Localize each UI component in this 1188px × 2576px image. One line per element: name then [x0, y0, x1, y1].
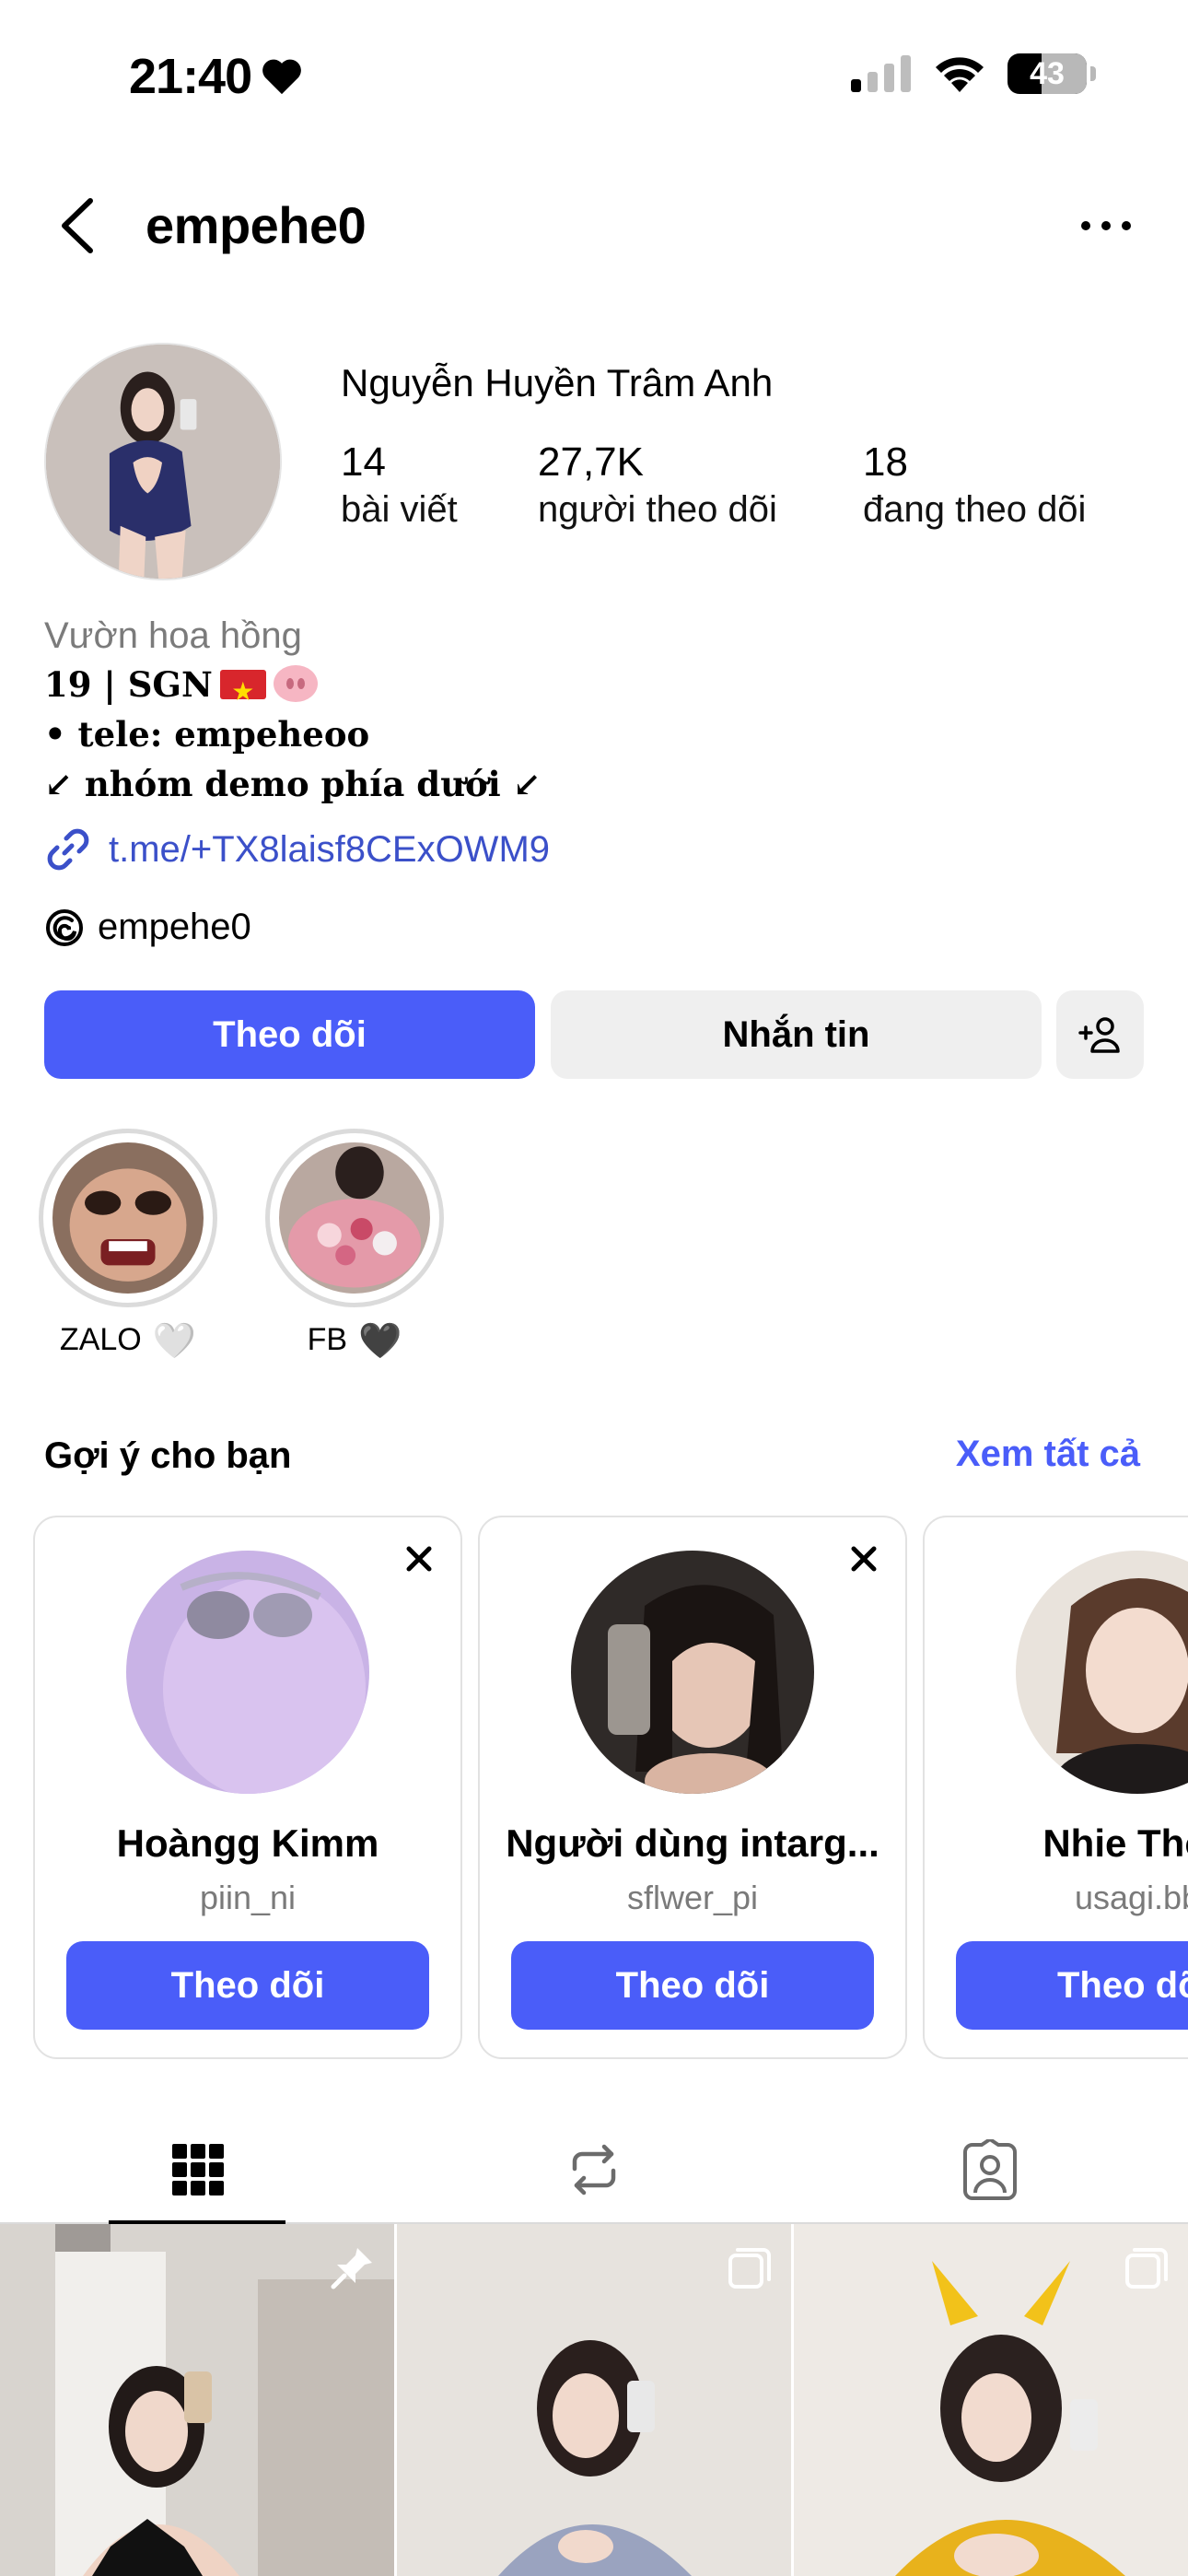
link-icon — [47, 828, 89, 871]
bio-line-1: 19 | SGN — [44, 660, 1149, 717]
suggestion-avatar[interactable] — [126, 1551, 369, 1794]
suggestion-name: Người dùng intarg... — [506, 1821, 879, 1865]
black-heart-icon: 🖤 — [358, 1319, 402, 1361]
add-person-icon — [1077, 1017, 1120, 1053]
highlight-cover — [52, 1142, 204, 1294]
suggestion-username: sflwer_pi — [626, 1879, 759, 1916]
suggestion-follow-button[interactable]: Theo dõi — [511, 1941, 874, 2030]
profile-tabs — [0, 2115, 1188, 2224]
post-thumbnail[interactable] — [397, 2224, 791, 2576]
suggestion-username: usagi.bb — [1074, 1879, 1188, 1916]
suggestion-avatar[interactable] — [1016, 1551, 1188, 1794]
suggestion-name: Nhie Thỏ ( — [1042, 1821, 1188, 1865]
highlight-zalo[interactable]: ZALO 🤍 — [39, 1129, 217, 1358]
stat-posts[interactable]: 14 bài viết — [341, 439, 458, 533]
grid-icon — [172, 2144, 224, 2195]
following-label: đang theo dõi — [863, 489, 1087, 530]
status-bar: 21:40 43 — [0, 0, 1188, 157]
tab-tagged[interactable] — [792, 2115, 1188, 2224]
threads-handle: empehe0 — [98, 907, 251, 947]
following-count: 18 — [863, 439, 908, 485]
vietnam-flag-icon — [219, 667, 266, 717]
bio-link-text: t.me/+TX8laisf8CExOWM9 — [109, 828, 551, 870]
back-arrow-icon[interactable] — [52, 195, 107, 256]
suggestion-avatar[interactable] — [571, 1551, 814, 1794]
suggestion-username: piin_ni — [199, 1879, 297, 1916]
carousel-icon — [728, 2248, 771, 2289]
highlight-fb[interactable]: FB 🖤 — [265, 1129, 444, 1358]
close-icon[interactable] — [400, 1540, 438, 1578]
bio-link[interactable]: t.me/+TX8laisf8CExOWM9 — [44, 825, 550, 873]
suggestion-card[interactable]: Người dùng intarg... sflwer_pi Theo dõi — [478, 1516, 907, 2059]
suggest-people-button[interactable] — [1056, 990, 1144, 1079]
battery-percent: 43 — [1030, 55, 1065, 91]
heart-icon — [262, 59, 301, 95]
highlight-label: ZALO — [59, 1322, 142, 1357]
message-button[interactable]: Nhắn tin — [551, 990, 1042, 1079]
clock: 21:40 — [129, 49, 252, 104]
profile-avatar[interactable] — [44, 343, 282, 580]
profile-header: empehe0 — [0, 175, 1188, 276]
profile-username: empehe0 — [146, 196, 367, 254]
suggestions-carousel[interactable]: Hoàngg Kimm piin_ni Theo dõi Người dùng … — [33, 1516, 1188, 2061]
suggestion-card[interactable]: Hoàngg Kimm piin_ni Theo dõi — [33, 1516, 462, 2059]
see-all-link[interactable]: Xem tất cả — [956, 1434, 1140, 1475]
pig-nose-icon — [273, 665, 318, 702]
carousel-icon — [1125, 2248, 1168, 2289]
followers-count: 27,7K — [538, 439, 644, 485]
threads-badge[interactable]: empehe0 — [44, 907, 251, 948]
white-heart-icon: 🤍 — [152, 1319, 197, 1361]
post-thumbnail[interactable] — [0, 2224, 394, 2576]
posts-label: bài viết — [341, 489, 458, 530]
highlight-label: FB — [307, 1322, 348, 1357]
highlight-cover — [279, 1142, 430, 1294]
stat-followers[interactable]: 27,7K người theo dõi — [538, 439, 777, 533]
suggestion-name: Hoàngg Kimm — [116, 1821, 379, 1865]
post-thumbnail[interactable] — [794, 2224, 1188, 2576]
full-name: Nguyễn Huyền Trâm Anh — [341, 361, 774, 404]
tab-posts[interactable] — [0, 2115, 396, 2224]
tab-reposts[interactable] — [396, 2115, 792, 2224]
suggestions-title: Gợi ý cho bạn — [44, 1435, 292, 1476]
tagged-icon — [963, 2139, 1017, 2200]
pin-icon — [331, 2248, 372, 2289]
bio-category: Vườn hoa hồng — [44, 615, 302, 656]
suggestion-card[interactable]: Nhie Thỏ ( usagi.bb Theo dõ — [923, 1516, 1188, 2059]
posts-grid — [0, 2224, 1188, 2576]
stat-following[interactable]: 18 đang theo dõi — [863, 439, 1086, 533]
followers-label: người theo dõi — [538, 489, 777, 530]
threads-icon — [46, 908, 83, 946]
close-icon[interactable] — [844, 1540, 883, 1578]
suggestion-follow-button[interactable]: Theo dõ — [956, 1941, 1188, 2030]
posts-count: 14 — [341, 439, 386, 485]
follow-button[interactable]: Theo dõi — [44, 990, 535, 1079]
status-indicators: 43 — [851, 53, 1096, 94]
bio-line-3: ↙ nhóm demo phía dưới ↙ — [44, 764, 542, 804]
battery-icon: 43 — [1007, 53, 1096, 94]
wifi-icon — [936, 57, 984, 92]
bio: Vườn hoa hồng 19 | SGN • tele: empeheoo … — [44, 612, 1149, 809]
suggestion-follow-button[interactable]: Theo dõi — [66, 1941, 429, 2030]
more-options-icon[interactable] — [1074, 203, 1138, 249]
repost-icon — [572, 2144, 616, 2195]
cellular-signal-icon — [851, 55, 911, 92]
status-time: 21:40 — [129, 48, 303, 105]
bio-line-2: • tele: empeheoo — [44, 714, 370, 755]
